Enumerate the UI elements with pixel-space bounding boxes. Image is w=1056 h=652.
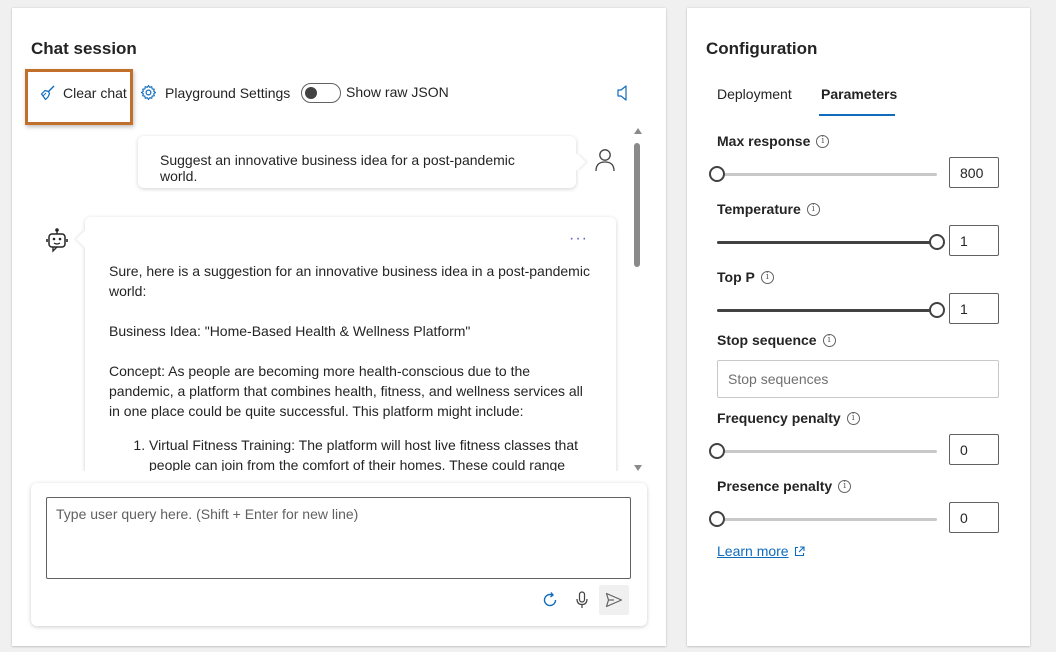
max-response-label: Max response i [717, 133, 830, 149]
toggle-knob [305, 87, 317, 99]
frequency-penalty-slider[interactable] [709, 443, 937, 459]
chat-scrollbar[interactable] [632, 126, 644, 471]
presence-penalty-label: Presence penalty i [717, 478, 852, 494]
temperature-label: Temperature i [717, 201, 820, 217]
top-p-slider[interactable] [717, 302, 945, 318]
speaker-icon[interactable] [616, 84, 630, 107]
bot-avatar-icon [45, 227, 69, 258]
clear-chat-button[interactable]: Clear chat [39, 84, 127, 101]
assistant-paragraph: Sure, here is a suggestion for an innova… [109, 263, 590, 299]
stop-sequence-input[interactable] [717, 360, 999, 398]
info-icon[interactable]: i [822, 333, 836, 347]
scroll-up-arrow[interactable] [634, 128, 642, 134]
user-message: Suggest an innovative business idea for … [138, 136, 576, 188]
assistant-message: ··· Sure, here is a suggestion for an in… [85, 217, 616, 471]
configuration-title: Configuration [706, 39, 818, 58]
info-icon[interactable]: i [760, 270, 774, 284]
slider-thumb[interactable] [709, 166, 725, 182]
slider-thumb[interactable] [709, 443, 725, 459]
assistant-paragraph: Business Idea: "Home-Based Health & Well… [109, 323, 471, 339]
learn-more-link[interactable]: Learn more [717, 543, 805, 559]
scroll-down-arrow[interactable] [634, 465, 642, 471]
clear-chat-label: Clear chat [63, 84, 127, 101]
user-avatar-icon [594, 148, 616, 177]
playground-settings-label: Playground Settings [165, 84, 291, 101]
chat-session-panel: Chat session Clear chat Playground Setti… [12, 8, 666, 646]
show-raw-json-toggle[interactable] [301, 83, 341, 103]
frequency-penalty-label-text: Frequency penalty [717, 410, 841, 426]
refresh-icon[interactable] [535, 585, 565, 615]
assistant-paragraph: Concept: As people are becoming more hea… [109, 363, 583, 419]
stop-sequence-label: Stop sequence i [717, 332, 836, 348]
external-link-icon [794, 545, 805, 557]
microphone-icon[interactable] [567, 585, 597, 615]
more-options-button[interactable]: ··· [569, 229, 588, 249]
assistant-list-item: Virtual Fitness Training: The platform w… [149, 435, 594, 471]
chat-session-title: Chat session [31, 39, 137, 58]
slider-fill [717, 241, 937, 244]
info-icon[interactable]: i [846, 411, 860, 425]
tab-deployment[interactable]: Deployment [717, 86, 792, 102]
tab-parameters[interactable]: Parameters [821, 86, 897, 102]
assistant-list: Virtual Fitness Training: The platform w… [109, 435, 594, 471]
user-query-input[interactable] [46, 497, 631, 579]
gear-icon [140, 84, 157, 101]
user-message-text: Suggest an innovative business idea for … [160, 152, 515, 184]
show-raw-json-label: Show raw JSON [346, 84, 449, 100]
presence-penalty-slider[interactable] [709, 511, 937, 527]
temperature-label-text: Temperature [717, 201, 801, 217]
frequency-penalty-input[interactable] [949, 434, 999, 465]
slider-thumb[interactable] [709, 511, 725, 527]
scroll-thumb[interactable] [634, 143, 640, 267]
slider-fill [717, 309, 937, 312]
info-icon[interactable]: i [816, 134, 830, 148]
chat-input-card [31, 483, 647, 626]
send-icon [605, 592, 623, 608]
temperature-slider[interactable] [717, 234, 945, 250]
info-icon[interactable]: i [838, 479, 852, 493]
max-response-slider[interactable] [709, 166, 937, 182]
max-response-label-text: Max response [717, 133, 811, 149]
top-p-input[interactable] [949, 293, 999, 324]
configuration-panel: Configuration Deployment Parameters Max … [687, 8, 1030, 646]
temperature-input[interactable] [949, 225, 999, 256]
chat-messages[interactable]: Suggest an innovative business idea for … [12, 126, 652, 471]
slider-thumb[interactable] [929, 234, 945, 250]
learn-more-label: Learn more [717, 543, 789, 559]
top-p-label: Top P i [717, 269, 774, 285]
presence-penalty-label-text: Presence penalty [717, 478, 833, 494]
slider-thumb[interactable] [929, 302, 945, 318]
frequency-penalty-label: Frequency penalty i [717, 410, 860, 426]
presence-penalty-input[interactable] [949, 502, 999, 533]
info-icon[interactable]: i [806, 202, 820, 216]
top-p-label-text: Top P [717, 269, 755, 285]
broom-icon [39, 84, 56, 101]
active-tab-indicator [819, 114, 895, 116]
stop-sequence-label-text: Stop sequence [717, 332, 817, 348]
max-response-input[interactable] [949, 157, 999, 188]
send-button[interactable] [599, 585, 629, 615]
playground-settings-button[interactable]: Playground Settings [140, 84, 290, 101]
